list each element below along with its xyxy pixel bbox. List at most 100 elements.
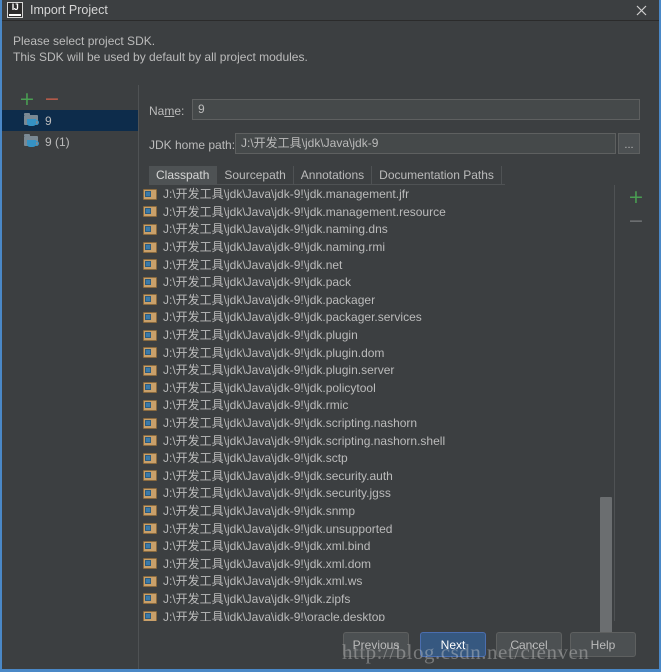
help-button[interactable]: Help (570, 632, 636, 657)
close-icon[interactable] (623, 0, 659, 21)
classpath-entry-path: J:\开发工具\jdk\Java\jdk-9!\oracle.desktop (163, 609, 386, 621)
classpath-entry-path: J:\开发工具\jdk\Java\jdk-9!\jdk.packager.ser… (163, 310, 422, 325)
jar-archive-icon (143, 223, 157, 235)
classpath-list-item[interactable]: J:\开发工具\jdk\Java\jdk-9!\jdk.unsupported (138, 519, 606, 537)
classpath-list-item[interactable]: J:\开发工具\jdk\Java\jdk-9!\jdk.security.aut… (138, 467, 606, 485)
classpath-entry-path: J:\开发工具\jdk\Java\jdk-9!\jdk.xml.bind (163, 539, 371, 554)
jar-archive-icon (143, 258, 157, 271)
classpath-entry-path: J:\开发工具\jdk\Java\jdk-9!\jdk.net (163, 257, 343, 272)
remove-classpath-entry-button[interactable]: − (625, 211, 647, 231)
classpath-list-item[interactable]: J:\开发工具\jdk\Java\jdk-9!\jdk.plugin.dom (138, 343, 606, 361)
classpath-list-item[interactable]: J:\开发工具\jdk\Java\jdk-9!\jdk.xml.dom (138, 554, 606, 572)
jar-archive-icon (143, 487, 157, 499)
classpath-list-item[interactable]: J:\开发工具\jdk\Java\jdk-9!\jdk.snmp (138, 502, 606, 520)
classpath-list-item[interactable]: J:\开发工具\jdk\Java\jdk-9!\jdk.xml.ws (138, 572, 606, 590)
sdk-list-toolbar: + − (10, 89, 110, 109)
classpath-list-item[interactable]: J:\开发工具\jdk\Java\jdk-9!\jdk.scripting.na… (138, 431, 606, 449)
classpath-entry-path: J:\开发工具\jdk\Java\jdk-9!\jdk.security.aut… (163, 468, 393, 483)
classpath-entry-path: J:\开发工具\jdk\Java\jdk-9!\jdk.xml.dom (163, 556, 372, 571)
tab-classpath[interactable]: Classpath (149, 166, 218, 184)
tab-documentation-paths[interactable]: Documentation Paths (372, 166, 502, 184)
sdk-list-item-9[interactable]: 9 (2, 110, 138, 131)
classpath-entry-path: J:\开发工具\jdk\Java\jdk-9!\jdk.plugin (163, 328, 358, 343)
app-icon-text: IJ (11, 2, 19, 12)
tab-sourcepath[interactable]: Sourcepath (217, 166, 294, 184)
classpath-entry-path: J:\开发工具\jdk\Java\jdk-9!\jdk.scripting.na… (163, 433, 446, 448)
sdk-list-item-label: 9 (45, 113, 52, 128)
jar-archive-icon (143, 522, 157, 535)
classpath-list-item[interactable]: J:\开发工具\jdk\Java\jdk-9!\jdk.policytool (138, 379, 606, 397)
classpath-entry-path: J:\开发工具\jdk\Java\jdk-9!\jdk.management.j… (163, 187, 410, 202)
jar-archive-icon (143, 592, 157, 605)
title-bar: IJ Import Project (2, 0, 659, 21)
previous-button[interactable]: Previous (343, 632, 409, 657)
intellij-idea-icon: IJ (7, 2, 23, 18)
jar-archive-icon (143, 311, 157, 323)
classpath-list-item[interactable]: J:\开发工具\jdk\Java\jdk-9!\jdk.plugin (138, 326, 606, 344)
classpath-entry-path: J:\开发工具\jdk\Java\jdk-9!\jdk.security.jgs… (163, 486, 391, 501)
classpath-list-item[interactable]: J:\开发工具\jdk\Java\jdk-9!\jdk.naming.dns (138, 220, 606, 238)
classpath-entry-path: J:\开发工具\jdk\Java\jdk-9!\jdk.management.r… (163, 204, 446, 219)
classpath-entry-path: J:\开发工具\jdk\Java\jdk-9!\jdk.plugin.dom (163, 345, 385, 360)
classpath-entry-path: J:\开发工具\jdk\Java\jdk-9!\jdk.policytool (163, 380, 376, 395)
sdk-list-item-label: 9 (1) (45, 134, 70, 149)
classpath-entry-path: J:\开发工具\jdk\Java\jdk-9!\jdk.zipfs (163, 591, 351, 606)
classpath-list-item[interactable]: J:\开发工具\jdk\Java\jdk-9!\jdk.packager.ser… (138, 308, 606, 326)
classpath-panel: J:\开发工具\jdk\Java\jdk-9!\jdk.management.j… (138, 185, 657, 652)
jar-archive-icon (143, 469, 157, 482)
jar-archive-icon (143, 241, 157, 253)
cancel-button[interactable]: Cancel (496, 632, 562, 657)
path-tabs: Classpath Sourcepath Annotations Documen… (149, 166, 502, 184)
jdk-folder-icon (24, 134, 40, 149)
classpath-entry-path: J:\开发工具\jdk\Java\jdk-9!\jdk.packager (163, 292, 376, 307)
classpath-toolbar-divider (614, 185, 615, 621)
classpath-list-item[interactable]: J:\开发工具\jdk\Java\jdk-9!\jdk.pack (138, 273, 606, 291)
jar-archive-icon (143, 575, 157, 587)
browse-folder-button[interactable]: ... (618, 133, 640, 154)
jar-archive-icon (143, 188, 157, 200)
jar-archive-icon (143, 557, 157, 570)
next-button[interactable]: Next (420, 632, 486, 657)
name-input[interactable]: 9 (192, 99, 640, 120)
jdk-home-path-label: JDK home path: (149, 138, 236, 152)
jar-archive-icon (143, 399, 157, 411)
jar-archive-icon (143, 434, 157, 447)
classpath-list-item[interactable]: J:\开发工具\jdk\Java\jdk-9!\jdk.management.j… (138, 185, 606, 203)
classpath-list-item[interactable]: J:\开发工具\jdk\Java\jdk-9!\jdk.xml.bind (138, 537, 606, 555)
instruction-line-2: This SDK will be used by default by all … (13, 50, 308, 64)
tab-annotations[interactable]: Annotations (294, 166, 373, 184)
jar-archive-icon (143, 205, 157, 218)
classpath-entry-path: J:\开发工具\jdk\Java\jdk-9!\jdk.sctp (163, 451, 348, 466)
classpath-list-item[interactable]: J:\开发工具\jdk\Java\jdk-9!\jdk.packager (138, 291, 606, 309)
classpath-list: J:\开发工具\jdk\Java\jdk-9!\jdk.management.j… (138, 185, 606, 621)
classpath-list-item[interactable]: J:\开发工具\jdk\Java\jdk-9!\jdk.net (138, 255, 606, 273)
jar-archive-icon (143, 329, 157, 341)
jdk-home-path-input[interactable]: J:\开发工具\jdk\Java\jdk-9 (235, 133, 616, 154)
jar-archive-icon (143, 504, 157, 517)
classpath-entry-path: J:\开发工具\jdk\Java\jdk-9!\jdk.pack (163, 275, 352, 290)
window-title: Import Project (30, 3, 108, 17)
classpath-list-item[interactable]: J:\开发工具\jdk\Java\jdk-9!\jdk.rmic (138, 396, 606, 414)
jar-archive-icon (143, 381, 157, 394)
classpath-list-item[interactable]: J:\开发工具\jdk\Java\jdk-9!\jdk.naming.rmi (138, 238, 606, 256)
jar-archive-icon (143, 540, 157, 552)
sdk-list-item-9-1[interactable]: 9 (1) (2, 131, 138, 152)
classpath-list-item[interactable]: J:\开发工具\jdk\Java\jdk-9!\jdk.security.jgs… (138, 484, 606, 502)
add-classpath-entry-button[interactable]: + (625, 187, 647, 207)
classpath-entry-path: J:\开发工具\jdk\Java\jdk-9!\jdk.naming.rmi (163, 240, 386, 255)
jar-archive-icon (143, 417, 157, 429)
jdk-folder-icon (24, 113, 40, 128)
add-sdk-button[interactable]: + (16, 89, 38, 109)
classpath-list-item[interactable]: J:\开发工具\jdk\Java\jdk-9!\jdk.sctp (138, 449, 606, 467)
classpath-list-item[interactable]: J:\开发工具\jdk\Java\jdk-9!\jdk.zipfs (138, 590, 606, 608)
dialog-footer: Previous Next Cancel Help (2, 623, 659, 669)
classpath-list-item[interactable]: J:\开发工具\jdk\Java\jdk-9!\jdk.scripting.na… (138, 414, 606, 432)
name-label: Name: (149, 104, 185, 118)
classpath-list-item[interactable]: J:\开发工具\jdk\Java\jdk-9!\jdk.management.r… (138, 203, 606, 221)
remove-sdk-button[interactable]: − (41, 89, 63, 109)
classpath-list-item[interactable]: J:\开发工具\jdk\Java\jdk-9!\oracle.desktop (138, 607, 606, 621)
sdk-list: 9 9 (1) (2, 110, 138, 152)
classpath-list-item[interactable]: J:\开发工具\jdk\Java\jdk-9!\jdk.plugin.serve… (138, 361, 606, 379)
classpath-entry-path: J:\开发工具\jdk\Java\jdk-9!\jdk.plugin.serve… (163, 363, 395, 378)
jar-archive-icon (143, 452, 157, 464)
